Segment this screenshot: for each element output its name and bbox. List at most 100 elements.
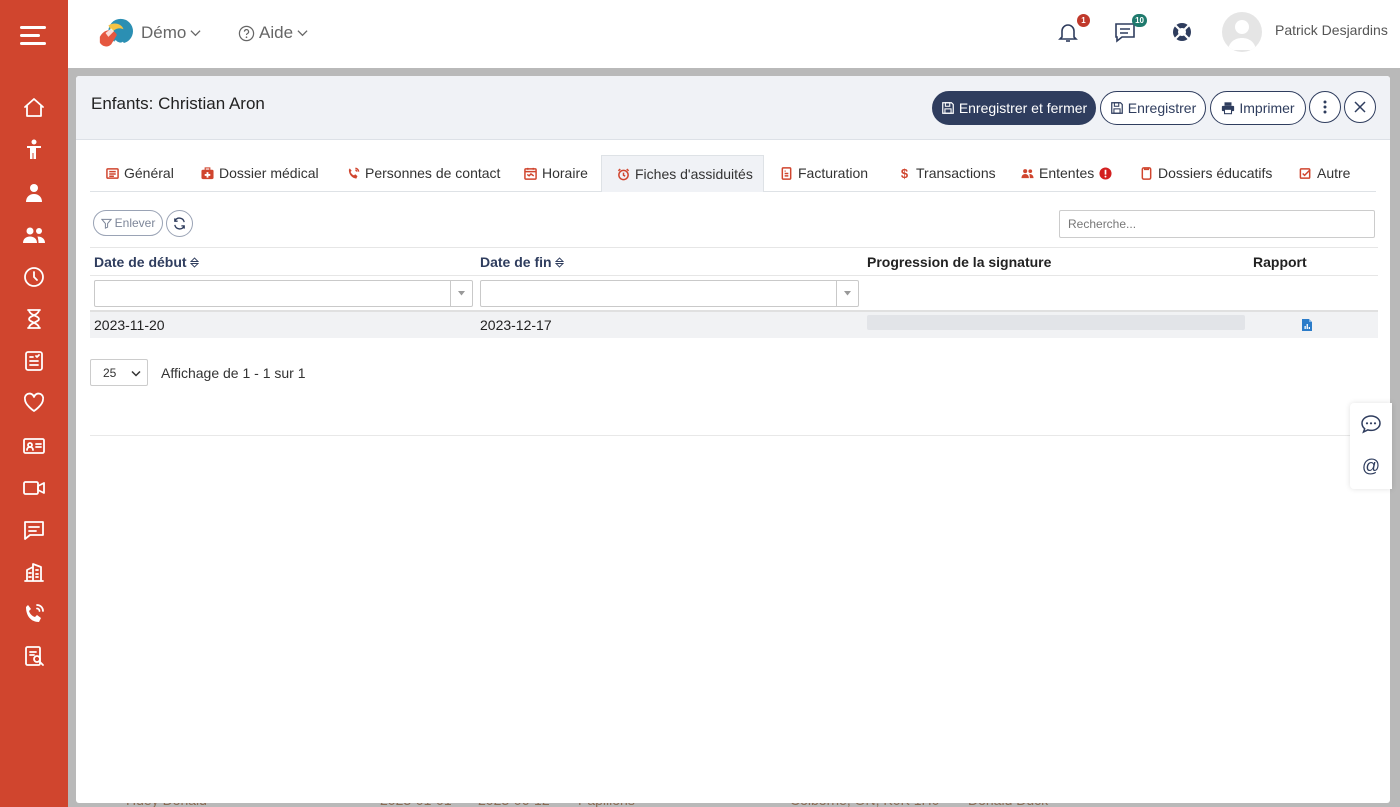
print-button[interactable]: Imprimer [1210,91,1306,125]
id-card-icon[interactable] [20,432,48,460]
org-label: Démo [141,23,187,42]
phone-icon[interactable] [20,600,48,628]
at-mention-icon[interactable]: @ [1359,454,1383,478]
notifications-button[interactable]: 1 [1056,14,1090,46]
clear-filter-button[interactable]: Enlever [93,210,163,236]
refresh-icon [174,217,185,230]
grid-header: Date de début Date de fin Progression de… [90,247,1378,276]
help-label: Aide [259,23,294,42]
chevron-down-icon [190,30,201,37]
chevron-down-icon [297,30,308,37]
pager-summary: Affichage de 1 - 1 sur 1 [161,365,306,381]
more-options-button[interactable] [1309,91,1341,123]
video-icon[interactable] [20,474,48,502]
cell-end-date: 2023-12-17 [480,317,552,333]
top-bar: Démo Aide 1 10 Patrick Desjardins [68,0,1400,68]
report-search-icon[interactable] [20,642,48,670]
tab-attendance[interactable]: Fiches d'assiduités [601,155,764,192]
search-input[interactable] [1059,210,1375,238]
table-row[interactable]: 2023-11-20 2023-12-17 [90,312,1378,338]
column-header-start-date[interactable]: Date de début [94,254,199,270]
column-label: Date de fin [480,254,552,270]
checkbox-icon [1299,167,1311,179]
app-logo[interactable] [96,16,134,52]
close-button[interactable] [1344,91,1376,123]
save-icon [1110,102,1123,114]
chevron-down-icon [131,370,141,377]
sort-icon [189,256,199,268]
child-icon[interactable] [20,136,48,164]
tab-label: Transactions [916,165,996,181]
filter-icon [100,218,112,229]
start-date-filter[interactable] [94,280,473,307]
filter-dropdown-button[interactable] [450,281,472,306]
printer-icon [1222,102,1235,115]
page-size-select[interactable]: 25 [90,359,148,386]
bell-icon [1058,24,1078,42]
tab-label: Général [124,165,174,181]
alert-icon [1099,166,1112,180]
chat-bubble-icon [1361,415,1381,434]
tab-label: Horaire [542,165,588,181]
help-dropdown[interactable]: Aide [238,23,308,43]
column-label: Rapport [1253,254,1307,270]
tab-medical[interactable]: Dossier médical [201,155,319,191]
tab-general[interactable]: Général [106,155,174,191]
child-record-modal: Enfants: Christian Aron Enregistrer et f… [76,76,1390,803]
home-icon[interactable] [20,94,48,122]
heart-icon[interactable] [20,389,48,417]
tab-label: Personnes de contact [365,165,501,181]
clock-icon[interactable] [20,263,48,291]
column-header-report: Rapport [1253,254,1307,270]
hourglass-icon[interactable] [20,305,48,333]
hamburger-icon[interactable] [20,24,48,46]
user-name[interactable]: Patrick Desjardins [1275,22,1388,38]
tab-label: Fiches d'assiduités [635,166,753,182]
tab-label: Dossiers éducatifs [1158,165,1273,181]
chat-bubble-button[interactable] [1359,412,1383,436]
list-icon [106,167,119,179]
group-icon[interactable] [20,221,48,249]
save-close-button[interactable]: Enregistrer et fermer [932,91,1096,125]
column-label: Date de début [94,254,187,270]
grid-filter-row [90,276,1378,312]
building-icon[interactable] [20,558,48,586]
tab-contacts[interactable]: Personnes de contact [347,155,500,191]
print-label: Imprimer [1239,100,1295,116]
close-icon [1354,101,1366,113]
save-button[interactable]: Enregistrer [1100,91,1206,125]
phone-ring-icon [348,167,360,179]
tab-label: Ententes [1039,165,1095,181]
tab-other[interactable]: Autre [1299,155,1350,191]
column-label: Progression de la signature [867,254,1052,270]
messages-button[interactable]: 10 [1113,14,1147,46]
filter-dropdown-button[interactable] [836,281,858,306]
end-date-filter[interactable] [480,280,859,307]
tab-schedule[interactable]: Horaire [524,155,588,191]
tab-educational-files[interactable]: Dossiers éducatifs [1140,155,1272,191]
avatar[interactable] [1222,12,1262,52]
support-button[interactable] [1170,20,1196,46]
report-file-icon[interactable] [1300,318,1314,332]
modal-header: Enfants: Christian Aron Enregistrer et f… [76,76,1390,140]
invoice-icon [781,166,792,180]
refresh-button[interactable] [166,210,193,237]
column-header-end-date[interactable]: Date de fin [480,254,564,270]
lifebuoy-icon [1173,23,1191,41]
form-icon[interactable] [20,347,48,375]
person-icon[interactable] [20,179,48,207]
message-icon[interactable] [20,516,48,544]
messages-badge: 10 [1132,14,1147,27]
users-icon [1021,168,1034,178]
medical-kit-icon [201,166,214,179]
column-header-signature-progress: Progression de la signature [867,254,1051,270]
save-label: Enregistrer [1127,100,1197,116]
tab-agreements[interactable]: Ententes [1021,155,1112,191]
tab-transactions[interactable]: $ Transactions [898,155,996,191]
tab-label: Facturation [798,165,869,181]
org-dropdown[interactable]: Démo [141,23,201,43]
document-icon [1141,166,1152,180]
floating-actions: @ [1350,403,1392,489]
tab-billing[interactable]: Facturation [780,155,868,191]
tab-label: Dossier médical [219,165,319,181]
